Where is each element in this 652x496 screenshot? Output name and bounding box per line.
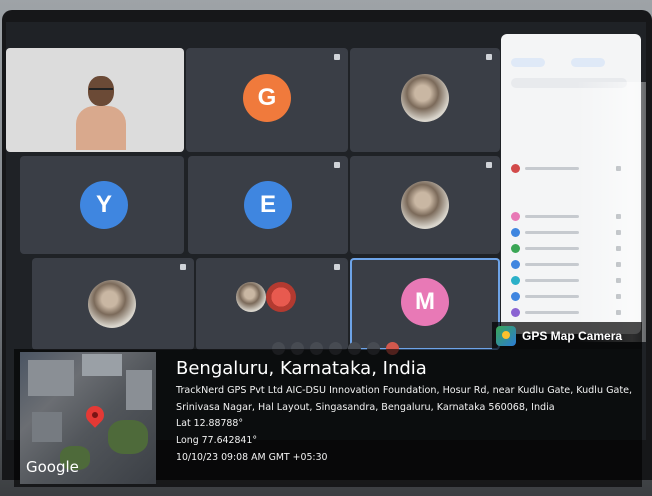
video-tile-g[interactable]: G: [186, 48, 348, 152]
video-tile-photo-3[interactable]: [32, 258, 194, 350]
mic-off-icon: [334, 54, 340, 60]
avatar: [401, 74, 449, 122]
map-building: [28, 360, 74, 396]
gps-badge: GPS Map Camera: [492, 322, 642, 349]
avatar: [236, 282, 266, 312]
panel-button[interactable]: [571, 58, 605, 67]
video-tile-photo-1[interactable]: [350, 48, 500, 152]
location-address: TrackNerd GPS Pvt Ltd AIC-DSU Innovation…: [176, 385, 633, 413]
gps-overlay: Google Bengaluru, Karnataka, India Track…: [14, 349, 642, 487]
longitude: Long 77.642841°: [176, 435, 258, 446]
presenter-video: [76, 76, 126, 150]
avatar: G: [243, 74, 291, 122]
gps-badge-label: GPS Map Camera: [522, 328, 623, 343]
avatar: [88, 280, 136, 328]
map-vegetation: [108, 420, 148, 454]
avatar: Y: [80, 181, 128, 229]
photo: G Y E M GPS Map Camera Google Bengaluru,…: [0, 0, 652, 496]
map-thumbnail: Google: [20, 352, 156, 484]
video-tile-e[interactable]: E: [188, 156, 348, 254]
video-tile-m[interactable]: M: [350, 258, 500, 350]
latitude: Lat 12.88788°: [176, 418, 244, 429]
mic-off-icon: [486, 162, 492, 168]
mic-off-icon: [180, 264, 186, 270]
avatar: [266, 282, 296, 312]
mic-off-icon: [334, 264, 340, 270]
mic-off-icon: [486, 54, 492, 60]
map-building: [32, 412, 62, 442]
screen-glare: [576, 82, 646, 342]
avatar: M: [401, 278, 449, 326]
mic-off-icon: [334, 162, 340, 168]
video-tile-presenter[interactable]: [6, 48, 184, 152]
map-building: [126, 370, 152, 410]
map-building: [82, 354, 122, 376]
video-tile-pair[interactable]: [196, 258, 348, 350]
avatar: [401, 181, 449, 229]
avatar: E: [244, 181, 292, 229]
gps-map-camera-app-icon: [496, 325, 516, 346]
google-logo: Google: [26, 458, 79, 476]
timestamp: 10/10/23 09:08 AM GMT +05:30: [176, 452, 328, 463]
location-title: Bengaluru, Karnataka, India: [176, 358, 427, 379]
panel-button[interactable]: [511, 58, 545, 67]
video-tile-photo-2[interactable]: [350, 156, 500, 254]
location-pin-icon: [82, 402, 108, 428]
video-tile-y[interactable]: Y: [20, 156, 184, 254]
